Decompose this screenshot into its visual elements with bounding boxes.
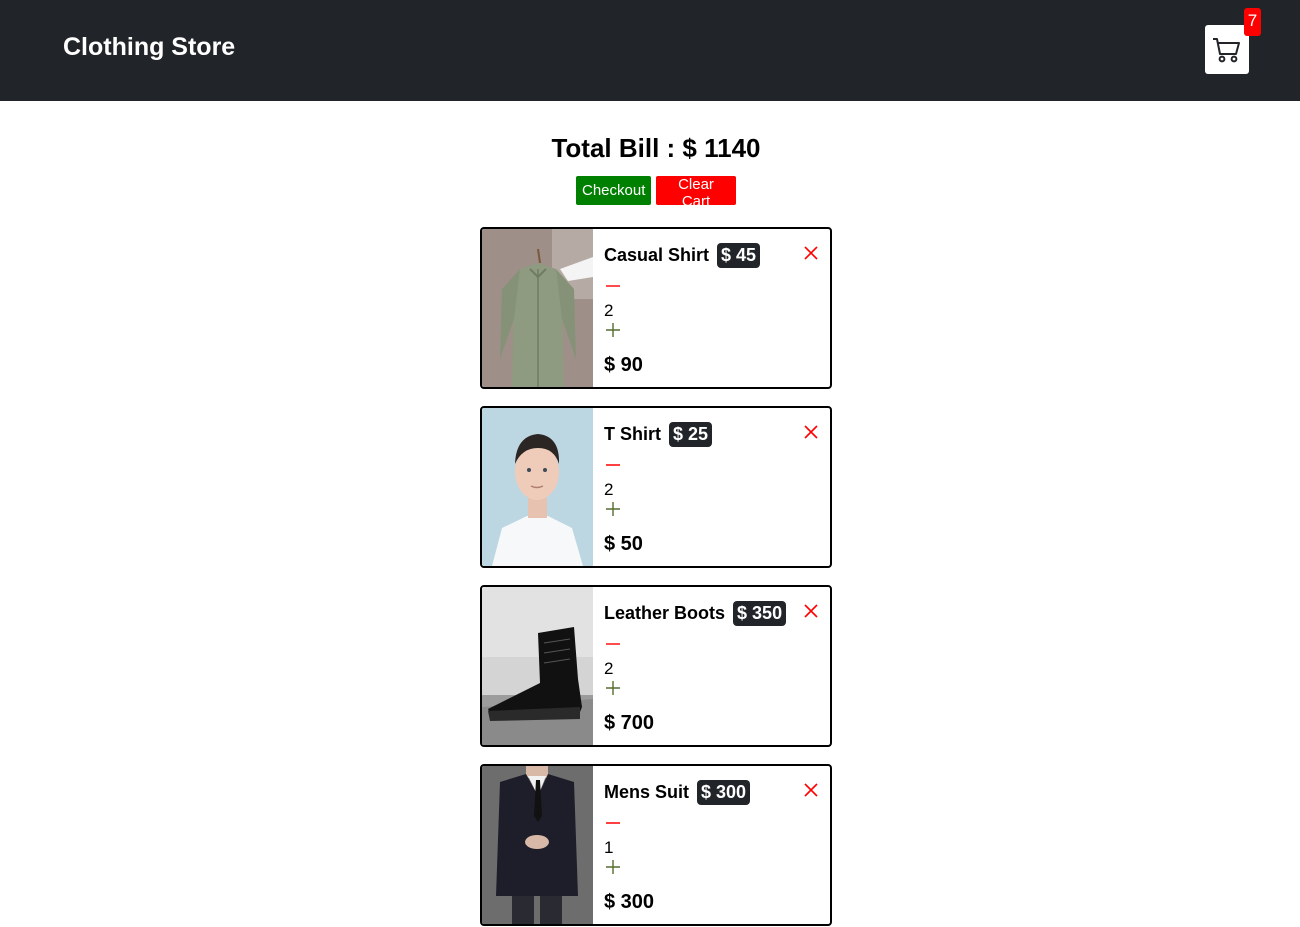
cart-count-badge: 7 [1244, 8, 1261, 36]
brand-title[interactable]: Clothing Store [63, 33, 235, 62]
item-price-badge: $ 45 [717, 243, 761, 268]
close-icon[interactable] [801, 422, 821, 442]
minus-icon[interactable] [604, 816, 622, 830]
plus-icon[interactable] [604, 858, 622, 876]
item-subtotal: $ 90 [604, 354, 643, 376]
close-icon[interactable] [801, 780, 821, 800]
product-image [482, 766, 593, 924]
item-price-badge: $ 300 [697, 780, 751, 805]
item-quantity: 2 [604, 301, 614, 320]
cart-item: Casual Shirt $ 45 2 $ 90 [480, 227, 832, 389]
item-subtotal: $ 300 [604, 891, 655, 913]
item-info: T Shirt $ 25 2 $ 50 [604, 408, 830, 566]
total-bill: Total Bill : $ 1140 [551, 133, 761, 163]
plus-icon[interactable] [604, 679, 622, 697]
item-subtotal: $ 50 [604, 533, 643, 555]
item-price-badge: $ 25 [669, 422, 713, 447]
item-name: T Shirt [604, 424, 661, 444]
plus-icon[interactable] [604, 321, 622, 339]
clear-cart-button[interactable]: Clear Cart [656, 176, 736, 210]
plus-icon[interactable] [604, 500, 622, 518]
item-name: Mens Suit [604, 782, 690, 802]
cart-button[interactable] [1205, 25, 1249, 74]
minus-icon[interactable] [604, 279, 622, 293]
close-icon[interactable] [801, 243, 821, 263]
cart-icon [1213, 37, 1240, 62]
cart-item: Mens Suit $ 300 1 $ 300 [480, 764, 832, 926]
item-name: Leather Boots [604, 603, 726, 623]
item-price-badge: $ 350 [733, 601, 787, 626]
item-info: Mens Suit $ 300 1 $ 300 [604, 766, 830, 924]
product-image [482, 587, 593, 745]
product-image [482, 408, 593, 566]
close-icon[interactable] [801, 601, 821, 621]
checkout-button[interactable]: Checkout [576, 176, 651, 205]
item-quantity: 2 [604, 659, 614, 678]
minus-icon[interactable] [604, 458, 622, 472]
navbar: Clothing Store 7 [0, 0, 1300, 101]
minus-icon[interactable] [604, 637, 622, 651]
cart-item: T Shirt $ 25 2 $ 50 [480, 406, 832, 568]
item-name: Casual Shirt [604, 245, 710, 265]
cart-item: Leather Boots $ 350 2 $ 700 [480, 585, 832, 747]
product-image [482, 229, 593, 387]
item-subtotal: $ 700 [604, 712, 655, 734]
item-info: Casual Shirt $ 45 2 $ 90 [604, 229, 830, 387]
item-quantity: 2 [604, 480, 614, 499]
item-info: Leather Boots $ 350 2 $ 700 [604, 587, 830, 745]
cart-actions: Checkout Clear Cart [576, 176, 736, 210]
item-quantity: 1 [604, 838, 614, 857]
